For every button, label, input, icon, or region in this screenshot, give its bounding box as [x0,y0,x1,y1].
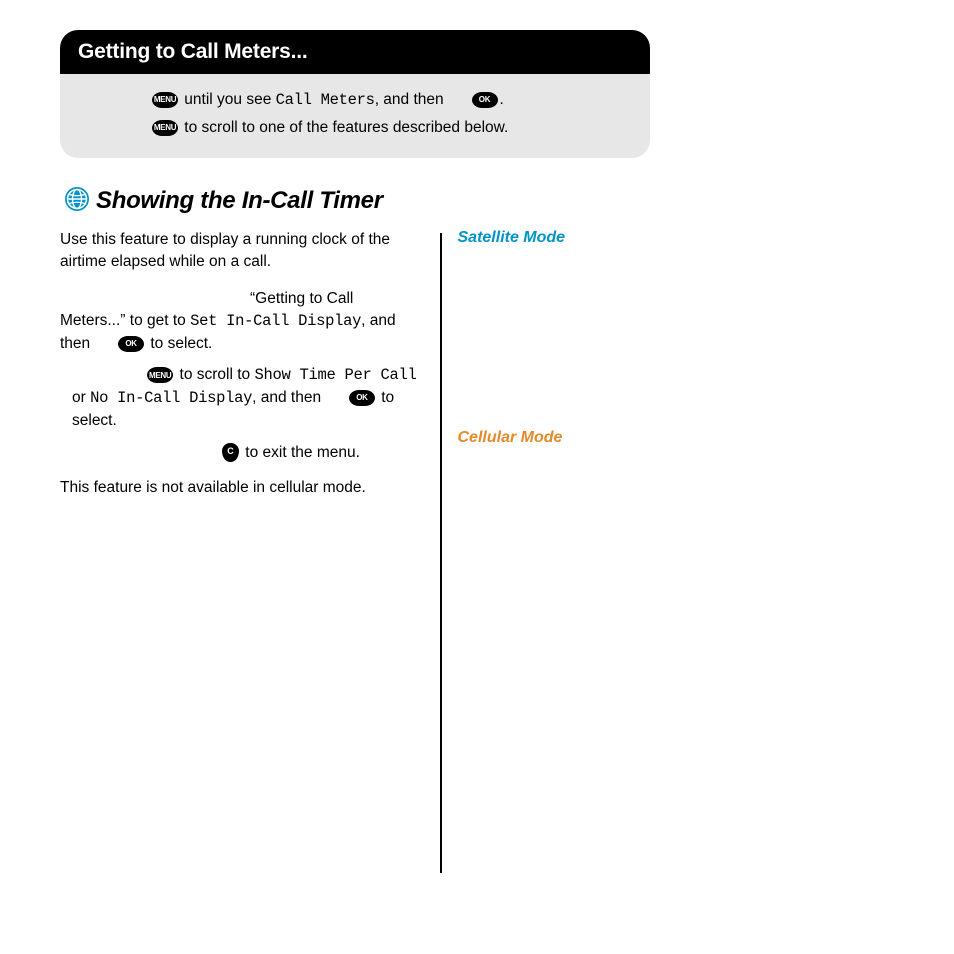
intro-paragraph: Use this feature to display a running cl… [60,229,420,272]
menu-item-show-time-per-call: Show Time Per Call [254,366,416,384]
section-title: Showing the In-Call Timer [60,186,650,215]
text: , and then [252,389,325,406]
ok-key-icon: OK [118,336,144,352]
header-title: Getting to Call Meters... [78,40,308,63]
menu-item-no-in-call-display: No In-Call Display [90,389,252,407]
menu-key-icon: MENU [147,367,173,383]
header-bar: Getting to Call Meters... [60,30,650,74]
menu-key-icon: MENU [152,120,178,136]
instruction-line-1: MENU until you see Call Meters, and then… [150,88,632,112]
instruction-box: MENU until you see Call Meters, and then… [60,74,650,158]
right-column: Satellite Mode Cellular Mode [442,229,651,447]
menu-key-icon: MENU [152,92,178,108]
text: , and then [375,91,448,108]
ok-key-icon: OK [472,92,498,108]
step-1: “Getting to Call Meters...” to get to Se… [60,288,420,354]
text: until you see [180,91,276,108]
text: to select. [146,335,212,352]
ok-key-icon: OK [349,390,375,406]
text: or [72,389,90,406]
text: to scroll to [175,366,254,383]
text: to scroll to one of the features describ… [180,119,508,136]
menu-item-set-in-call-display: Set In-Call Display [190,312,361,330]
satellite-mode-label: Satellite Mode [458,229,651,247]
two-column-layout: Use this feature to display a running cl… [60,229,650,873]
step-3: C to exit the menu. [60,442,420,464]
menu-item-call-meters: Call Meters [276,91,375,109]
cellular-mode-label: Cellular Mode [458,429,651,447]
text: . [500,91,504,108]
step-2: MENU to scroll to Show Time Per Call or … [60,364,420,431]
text: to exit the menu. [241,444,360,461]
globe-icon [64,186,90,212]
note-paragraph: This feature is not available in cellula… [60,477,420,499]
left-column: Use this feature to display a running cl… [60,229,440,499]
instruction-line-2: MENU to scroll to one of the features de… [150,116,632,140]
c-key-icon: C [222,443,239,462]
section-title-text: Showing the In-Call Timer [96,187,383,214]
